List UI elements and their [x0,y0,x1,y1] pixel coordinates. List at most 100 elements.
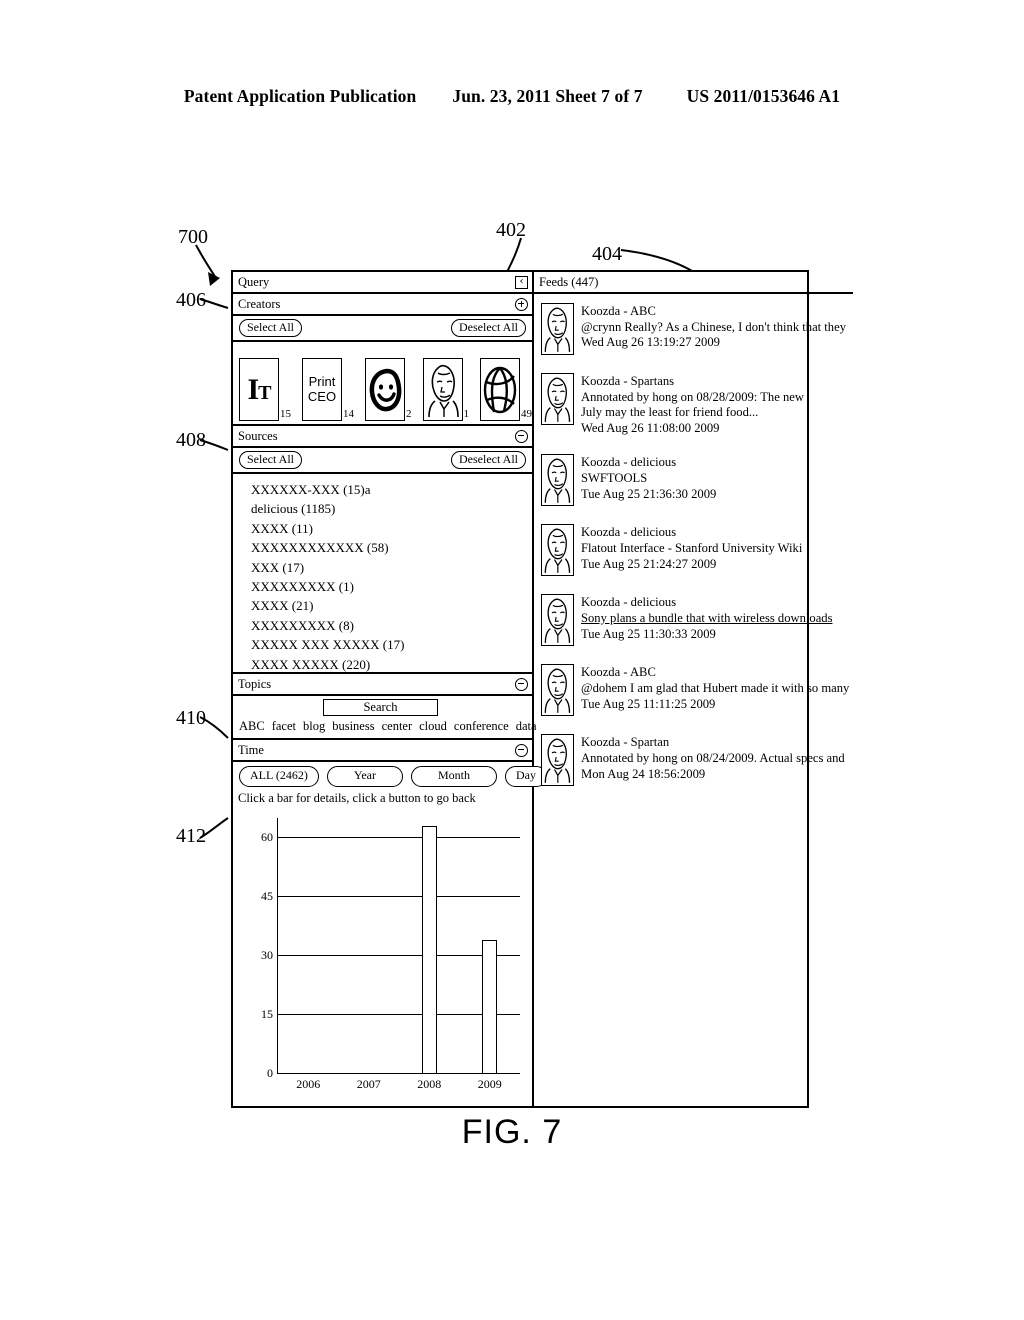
feed-item-text: Koozda - ABC @crynn Really? As a Chinese,… [581,303,846,355]
person-portrait-icon [541,373,574,425]
feed-item-timestamp: Mon Aug 24 18:56:2009 [581,766,706,781]
feed-item-source: Koozda - ABC [581,665,656,680]
list-item[interactable]: XXXXXXXXX (1) [251,577,532,596]
feed-item-text: Koozda - delicious Sony plans a bundle th… [581,594,833,646]
person-portrait-icon [541,454,574,507]
topic-tag[interactable]: ABC [239,719,265,734]
creators-title: Creators [238,296,281,311]
creator-count: 49 [521,408,532,420]
list-item[interactable]: XXX (17) [251,558,532,577]
list-item[interactable]: XXXXXXXXXXXX (58) [251,538,532,557]
print-ceo-line2: CEO [307,388,337,404]
creator-thumbnail-item[interactable]: 49 [480,358,532,421]
it-logo-icon: IT [239,358,279,421]
feeds-list[interactable]: Koozda - ABC @crynn Really? As a Chinese,… [534,294,853,1106]
creator-thumbnail-item[interactable]: IT 15 [239,358,291,421]
print-ceo-line1: Print [308,374,336,390]
minus-circle-icon[interactable] [515,429,528,443]
time-histogram-chart[interactable]: 0 15 30 45 60 2006 2007 2008 2009 [237,812,526,1102]
topics-header[interactable]: Topics [233,674,532,696]
creator-thumbnail-item[interactable]: 2 [365,358,412,421]
chart-x-tick-label: 2008 [417,1077,442,1091]
reference-numeral-700: 700 [178,226,208,248]
list-item[interactable]: XXXX XXXXX (220) [251,655,532,672]
feed-item-link[interactable]: Sony plans a bundle that with wireless d… [581,611,833,627]
feed-item[interactable]: Koozda - delicious Sony plans a bundle th… [534,585,853,655]
time-hint-text: Click a bar for details, click a button … [238,790,476,805]
it-logo-letter-t: T [258,381,271,404]
sources-select-all-button[interactable]: Select All [239,450,302,470]
chart-bar[interactable] [482,939,498,1073]
time-body: ALL (2462) Year Month Day Click a bar fo… [233,762,548,1106]
feed-item[interactable]: Koozda - delicious SWFTOOLS Tue Aug 25 21:… [534,445,853,515]
list-item[interactable]: XXXXXXXXX (8) [251,616,532,635]
topic-tag[interactable]: business [332,719,374,734]
sources-list[interactable]: XXXXXX-XXX (15)a delicious (1185) XXXX (… [233,474,532,674]
chart-gridline [278,896,520,898]
list-item[interactable]: XXXX (11) [251,519,532,538]
reference-numeral-402: 402 [496,219,526,241]
feed-item[interactable]: Koozda - delicious Flatout Interface - St… [534,515,853,585]
query-header: Query ‹ [233,272,532,294]
list-item[interactable]: delicious (1185) [251,499,532,518]
feed-item[interactable]: Koozda - Spartan Annotated by hong on 08/… [534,725,853,795]
creators-select-all-button[interactable]: Select All [239,318,302,338]
figure-caption: FIG. 7 [461,1113,563,1151]
minus-circle-icon[interactable] [515,743,528,757]
topic-tag[interactable]: conference [454,719,509,734]
chart-bar[interactable] [421,825,437,1073]
sources-select-row: Select All Deselect All [233,448,532,474]
creator-count: 14 [343,408,354,420]
chart-gridline [278,837,520,839]
time-button-month[interactable]: Month [411,766,498,787]
chevron-left-icon[interactable]: ‹ [515,275,528,289]
sources-deselect-all-button[interactable]: Deselect All [451,450,526,470]
sources-header[interactable]: Sources [233,426,532,448]
person-portrait-icon [541,524,574,577]
volleyball-icon [480,358,520,421]
chart-y-tick-label: 60 [261,830,273,845]
list-item[interactable]: XXXXXX-XXX (15)a [251,480,532,499]
reference-numeral-404: 404 [592,243,622,265]
topic-tag[interactable]: facet [272,719,296,734]
person-portrait-icon [541,664,574,717]
creators-deselect-all-button[interactable]: Deselect All [451,318,526,338]
time-header[interactable]: Time [233,740,532,762]
creators-header[interactable]: Creators [233,294,532,316]
feed-item-timestamp: Tue Aug 25 11:30:33 2009 [581,626,716,641]
feed-item-body: Annotated by hong on 08/28/2009: The new… [581,389,804,420]
smiley-face-icon [365,358,405,421]
topic-tag[interactable]: data [516,719,537,734]
feed-item-source: Koozda - Spartans [581,374,675,388]
time-granularity-buttons: ALL (2462) Year Month Day [233,766,548,787]
search-button[interactable]: Search [323,699,438,716]
minus-circle-icon[interactable] [515,677,528,691]
publication-header: Patent Application Publication Jun. 23, … [0,86,1024,107]
feed-item[interactable]: Koozda - ABC @crynn Really? As a Chinese,… [534,294,853,364]
feed-item-text: Koozda - ABC @dohem I am glad that Hubert… [581,664,849,716]
creator-thumbnail-item[interactable]: 1 [422,358,469,421]
chart-x-tick-label: 2006 [296,1077,321,1091]
list-item[interactable]: XXXX (21) [251,596,532,615]
chart-plot-area[interactable]: 0 15 30 45 60 2006 2007 2008 2009 [261,817,520,1090]
feed-item[interactable]: Koozda - ABC @dohem I am glad that Hubert… [534,655,853,725]
reference-numeral-412: 412 [176,825,206,847]
print-ceo-icon: Print CEO [302,358,342,421]
person-portrait-icon [541,303,574,355]
creator-count: 2 [406,408,412,420]
person-portrait-icon [541,734,574,787]
plus-circle-icon[interactable] [515,297,528,311]
time-button-all[interactable]: ALL (2462) [239,766,319,787]
publication-header-right: US 2011/0153646 A1 [686,86,841,106]
topic-tag[interactable]: center [382,719,413,734]
topic-tag[interactable]: cloud [419,719,447,734]
creator-thumbnail-item[interactable]: Print CEO 14 [302,358,354,421]
publication-header-middle: Jun. 23, 2011 Sheet 7 of 7 [452,86,643,106]
time-button-year[interactable]: Year [326,766,403,787]
it-logo-letter-i: I [247,372,259,406]
list-item[interactable]: XXXXX XXX XXXXX (17) [251,635,532,654]
creators-select-row: Select All Deselect All [233,316,532,342]
topic-tag[interactable]: blog [303,719,325,734]
feed-item-timestamp: Wed Aug 26 11:08:00 2009 [581,420,720,435]
feed-item[interactable]: Koozda - Spartans Annotated by hong on 08… [534,364,853,445]
